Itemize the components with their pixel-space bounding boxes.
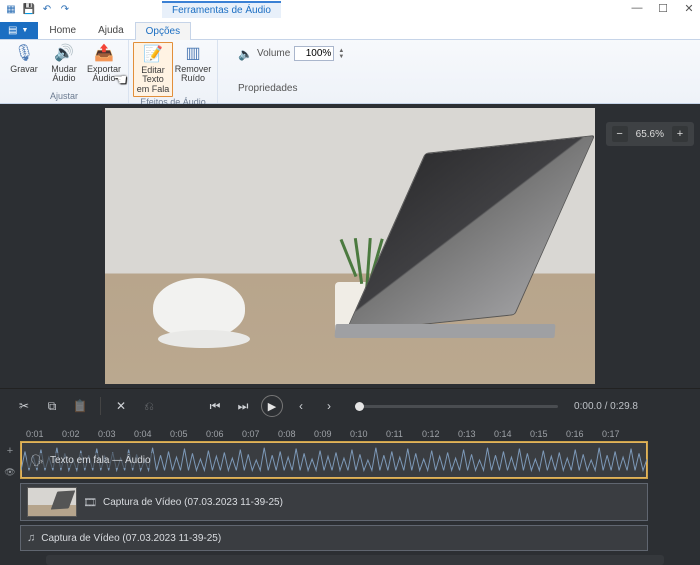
preview-content <box>153 278 245 338</box>
audio-clip-tts[interactable]: 🗣 Texto em fala — Áudio <box>20 441 648 479</box>
step-back-button[interactable]: ‹ <box>291 396 311 416</box>
record-icon: 🎙 <box>14 44 34 64</box>
ruler-tick: 0:06 <box>206 429 242 439</box>
ruler-tick: 0:13 <box>458 429 494 439</box>
remover-ruido-label: Remover Ruído <box>174 65 212 84</box>
ruler-tick: 0:04 <box>134 429 170 439</box>
ruler-tick: 0:14 <box>494 429 530 439</box>
swap-audio-icon: 🔊 <box>54 44 74 64</box>
video-clip[interactable]: 🎞 Captura de Vídeo (07.03.2023 11-39-25) <box>20 483 648 521</box>
tab-home[interactable]: Home <box>38 21 87 39</box>
ruler-tick: 0:15 <box>530 429 566 439</box>
app-icon: ▦ <box>4 2 18 16</box>
ruler-tick: 0:11 <box>386 429 422 439</box>
mudar-audio-button[interactable]: 🔊 Mudar Áudio <box>44 42 84 91</box>
redo-icon[interactable]: ↷ <box>58 2 72 16</box>
save-icon[interactable]: 💾 <box>22 2 36 16</box>
step-forward-button[interactable]: › <box>319 396 339 416</box>
window-controls: — ☐ ✕ <box>630 2 696 15</box>
track-visibility-icon[interactable]: 👁 <box>4 467 15 478</box>
preview-content <box>335 324 556 338</box>
ruler-tick: 0:08 <box>278 429 314 439</box>
video-clip-label: Captura de Vídeo (07.03.2023 11-39-25) <box>103 497 283 508</box>
cut-button[interactable]: ✂ <box>14 396 34 416</box>
copy-button[interactable]: ⧉ <box>42 396 62 416</box>
ribbon-group-ajustar: 🎙 Gravar 🔊 Mudar Áudio 📤 Exportar Áudio … <box>0 40 129 103</box>
ruler-tick: 0:05 <box>170 429 206 439</box>
minimize-button[interactable]: — <box>630 2 644 15</box>
music-note-icon: ♫ <box>27 532 35 544</box>
mudar-audio-label: Mudar Áudio <box>45 65 83 84</box>
ruler-tick: 0:09 <box>314 429 350 439</box>
playback-controls: ✂ ⧉ 📋 ✕ ⎌ ⏮ ⏭ ▶ ‹ › 0:00.0 / 0:29.8 <box>0 388 700 423</box>
gravar-label: Gravar <box>10 65 38 74</box>
ribbon-tabstrip: ▤ ▼ Home Ajuda Opções <box>0 18 700 40</box>
file-menu[interactable]: ▤ ▼ <box>0 22 38 39</box>
audio-clip-capture[interactable]: ♫ Captura de Vídeo (07.03.2023 11-39-25) <box>20 525 648 551</box>
volume-input[interactable] <box>294 46 334 61</box>
play-button[interactable]: ▶ <box>261 395 283 417</box>
timeline-ruler[interactable]: 0:010:020:030:040:050:060:070:080:090:10… <box>0 427 700 441</box>
ruler-tick: 0:03 <box>98 429 134 439</box>
audio-clip-label: Texto em fala — Áudio <box>50 455 151 466</box>
zoom-controls: − 65.6% + <box>606 122 694 146</box>
group-label-propriedades: Propriedades <box>238 83 297 94</box>
quick-access-toolbar: ▦ 💾 ↶ ↷ <box>4 2 72 16</box>
split-button[interactable]: ⎌ <box>139 396 159 416</box>
file-menu-icon: ▤ <box>8 25 17 36</box>
timeline-scrollbar[interactable] <box>46 555 664 565</box>
ruler-tick: 0:02 <box>62 429 98 439</box>
zoom-out-button[interactable]: − <box>612 126 628 142</box>
next-frame-button[interactable]: ⏭ <box>233 396 253 416</box>
undo-icon[interactable]: ↶ <box>40 2 54 16</box>
denoise-icon: ▥ <box>185 44 200 64</box>
gravar-button[interactable]: 🎙 Gravar <box>4 42 44 91</box>
ruler-tick: 0:10 <box>350 429 386 439</box>
progress-handle[interactable] <box>355 402 364 411</box>
audio-clip2-label: Captura de Vídeo (07.03.2023 11-39-25) <box>41 533 221 544</box>
paste-button[interactable]: 📋 <box>70 396 90 416</box>
time-display: 0:00.0 / 0:29.8 <box>574 401 638 412</box>
video-icon: 🎞 <box>83 496 97 509</box>
ruler-tick: 0:01 <box>26 429 62 439</box>
export-audio-icon: 📤 <box>94 44 114 64</box>
ruler-tick: 0:17 <box>602 429 638 439</box>
ruler-tick: 0:16 <box>566 429 602 439</box>
clip-thumbnail <box>27 487 77 517</box>
tts-icon: 🗣 <box>30 454 44 467</box>
prev-frame-button[interactable]: ⏮ <box>205 396 225 416</box>
maximize-button[interactable]: ☐ <box>656 2 670 15</box>
zoom-in-button[interactable]: + <box>672 126 688 142</box>
remover-ruido-button[interactable]: ▥ Remover Ruído <box>173 42 213 97</box>
volume-spinner[interactable]: ▲▼ <box>338 48 344 60</box>
ruler-tick: 0:12 <box>422 429 458 439</box>
titlebar: ▦ 💾 ↶ ↷ Ferramentas de Áudio — ☐ ✕ <box>0 0 700 18</box>
ribbon-group-efeitos: 📝 Editar Texto em Fala ▥ Remover Ruído E… <box>129 40 218 103</box>
volume-label: Volume <box>257 48 290 59</box>
ribbon: 🎙 Gravar 🔊 Mudar Áudio 📤 Exportar Áudio … <box>0 40 700 104</box>
preview-area: − 65.6% + <box>0 104 700 388</box>
video-preview[interactable] <box>105 108 595 384</box>
delete-button[interactable]: ✕ <box>111 396 131 416</box>
ribbon-group-propriedades: 🔈 Volume ▲▼ Propriedades <box>218 40 344 103</box>
group-label-ajustar: Ajustar <box>4 91 124 103</box>
progress-bar[interactable] <box>355 405 558 408</box>
track-gutter: + 👁 <box>0 441 20 565</box>
add-track-button[interactable]: + <box>7 445 13 457</box>
timeline: 0:010:020:030:040:050:060:070:080:090:10… <box>0 423 700 565</box>
context-tab-audio-tools: Ferramentas de Áudio <box>162 1 281 18</box>
edit-tts-icon: 📝 <box>143 45 163 65</box>
volume-icon: 🔈 <box>238 47 253 61</box>
tab-opcoes[interactable]: Opções <box>135 22 191 40</box>
chevron-down-icon: ▼ <box>21 27 28 34</box>
preview-content <box>345 135 595 333</box>
exportar-audio-button[interactable]: 📤 Exportar Áudio <box>84 42 124 91</box>
exportar-audio-label: Exportar Áudio <box>85 65 123 84</box>
editar-texto-fala-button[interactable]: 📝 Editar Texto em Fala <box>133 42 173 97</box>
editar-texto-label: Editar Texto em Fala <box>135 66 171 94</box>
ruler-tick: 0:07 <box>242 429 278 439</box>
close-button[interactable]: ✕ <box>682 2 696 15</box>
tab-ajuda[interactable]: Ajuda <box>87 21 135 39</box>
zoom-value: 65.6% <box>636 129 664 140</box>
